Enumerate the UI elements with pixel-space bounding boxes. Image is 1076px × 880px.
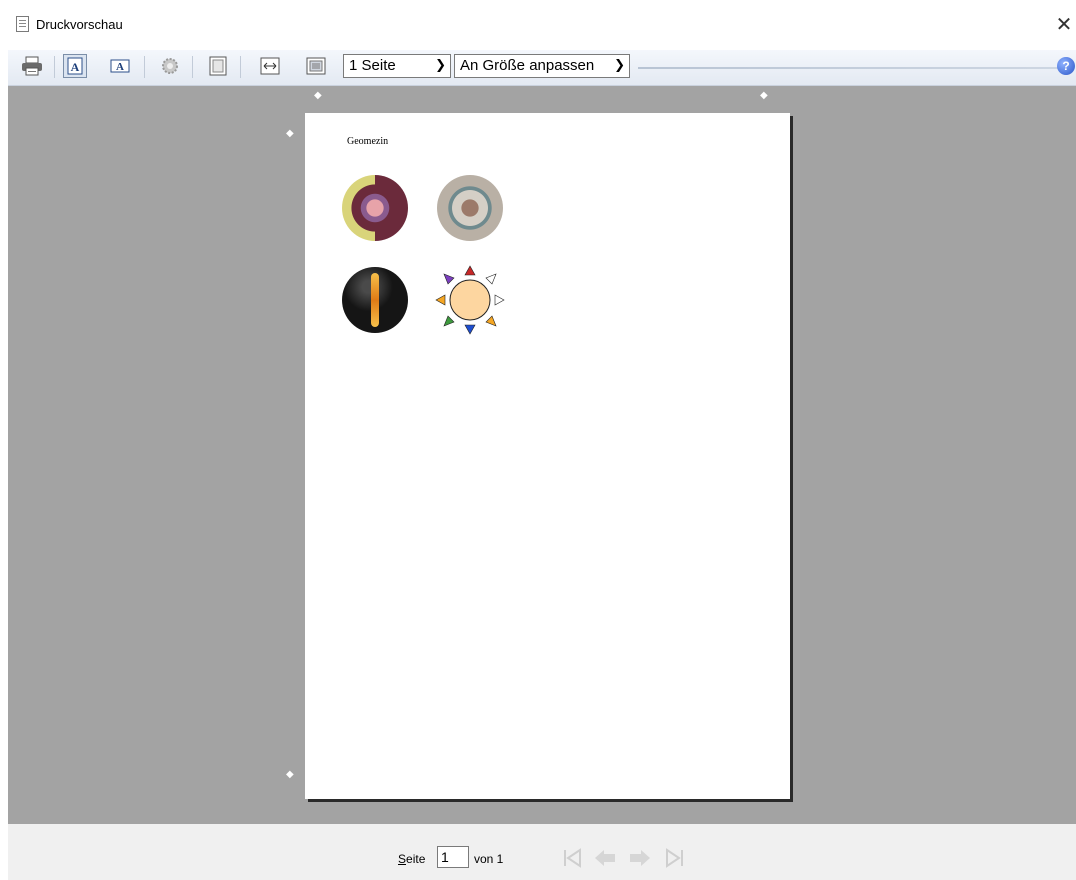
page-title: Geomezin (347, 136, 389, 147)
document-icon (16, 16, 29, 32)
title-bar: Druckvorschau ✕ (0, 0, 1076, 50)
chevron-down-icon: ❯ (614, 58, 625, 73)
geomezin-image-2 (437, 175, 503, 241)
landscape-icon: A (110, 59, 130, 73)
page-setup-button[interactable] (158, 54, 182, 78)
status-bar: Seite 1 von 1 (8, 824, 1076, 880)
left-margin-handle[interactable]: ◆ (314, 90, 322, 101)
last-page-icon[interactable] (663, 846, 687, 870)
svg-text:A: A (71, 60, 80, 74)
shrink-to-fit-icon (306, 57, 326, 75)
pages-select-value: 1 Seite (349, 57, 396, 74)
pages-select[interactable]: 1 Seite ❯ (343, 54, 451, 78)
portrait-icon: A (67, 57, 83, 75)
print-icon (22, 56, 42, 76)
zoom-select-value: An Größe anpassen (460, 57, 595, 74)
help-button[interactable]: ? (1057, 57, 1075, 75)
close-button[interactable]: ✕ (1054, 12, 1074, 36)
geomezin-image-1 (342, 175, 408, 241)
portrait-button[interactable]: A (63, 54, 87, 78)
top-margin-handle[interactable]: ◆ (286, 128, 294, 139)
page-number-input[interactable]: 1 (437, 846, 469, 868)
landscape-button[interactable]: A (108, 54, 132, 78)
page-setup-icon (162, 58, 178, 74)
geomezin-image-3 (342, 267, 408, 333)
preview-page: Geomezin (305, 113, 790, 799)
print-preview-window: Druckvorschau ✕ A A 1 Seite ❯ An Größe a… (0, 0, 1076, 880)
sun-directions-icon (435, 265, 505, 335)
shrink-to-fit-button[interactable] (304, 54, 328, 78)
page-count-label: von 1 (474, 852, 504, 866)
first-page-icon[interactable] (560, 846, 584, 870)
window-title: Druckvorschau (36, 17, 123, 32)
full-page-button[interactable] (206, 54, 230, 78)
toolbar: A A 1 Seite ❯ An Größe anpassen ❯ ? (8, 50, 1076, 86)
print-button[interactable] (20, 54, 44, 78)
full-page-icon (209, 56, 227, 76)
right-margin-handle[interactable]: ◆ (760, 90, 768, 101)
page-label: Seite (398, 852, 426, 866)
previous-page-icon[interactable] (593, 846, 617, 870)
toolbar-divider (638, 67, 1058, 69)
fit-width-button[interactable] (258, 54, 282, 78)
next-page-icon[interactable] (628, 846, 652, 870)
fit-width-icon (260, 57, 280, 75)
svg-text:A: A (116, 61, 124, 73)
chevron-down-icon: ❯ (435, 58, 446, 73)
preview-area: ◆ ◆ ◆ ◆ Geomezin (8, 86, 1076, 824)
bottom-margin-handle[interactable]: ◆ (286, 769, 294, 780)
zoom-select[interactable]: An Größe anpassen ❯ (454, 54, 630, 78)
